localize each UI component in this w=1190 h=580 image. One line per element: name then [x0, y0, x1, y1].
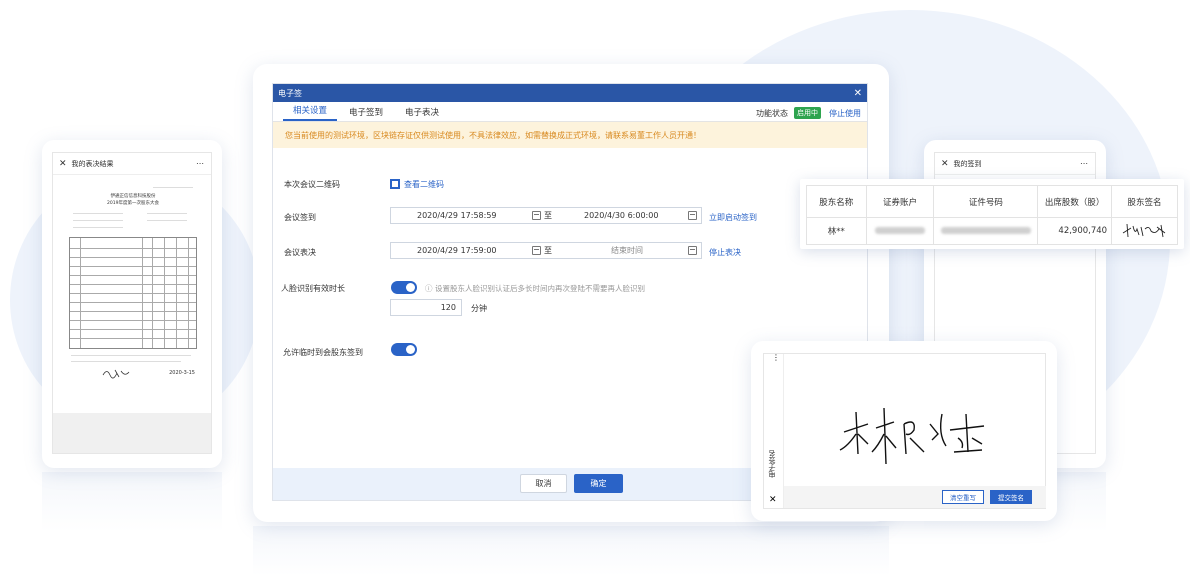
right-tablet-header: ✕ 我的签到 ⋯ [935, 153, 1095, 175]
stop-use-link[interactable]: 停止使用 [829, 108, 861, 119]
checkin-label: 会议签到 [284, 213, 316, 222]
more-icon[interactable]: ⋯ [196, 159, 205, 168]
stage: ✕ 我的表决结果 ⋯ 伊通正信信息科技股份 2019年度第一次股东大会 2020… [0, 0, 1190, 580]
left-tablet-header: ✕ 我的表决结果 ⋯ [53, 153, 211, 175]
more-icon[interactable]: ⋯ [1080, 159, 1089, 168]
test-env-notice: 您当前使用的测试环境，区块链存证仅供测试使用，不具法律效应，如需替换成正式环境，… [273, 122, 867, 148]
close-icon[interactable]: ✕ [769, 495, 777, 505]
cell-signature [1111, 217, 1178, 245]
signature-mark [102, 369, 130, 379]
vote-label: 会议表决 [284, 248, 316, 257]
signature-sidebar: ⋮ 电子签名 ✕ [764, 354, 784, 508]
tab-checkin[interactable]: 电子签到 [339, 106, 393, 121]
vote-result-document: 伊通正信信息科技股份 2019年度第一次股东大会 2020-3-15 [67, 183, 199, 383]
signature-screen: ⋮ 电子签名 ✕ 清空重写 提交签名 [763, 353, 1046, 509]
left-tablet-screen: ✕ 我的表决结果 ⋯ 伊通正信信息科技股份 2019年度第一次股东大会 2020… [52, 152, 212, 454]
header-signature: 股东签名 [1111, 185, 1178, 218]
checkin-to: 至 [544, 211, 552, 220]
left-tablet-footer [53, 413, 211, 453]
start-checkin-link[interactable]: 立即启动签到 [709, 212, 757, 223]
close-icon[interactable]: ✕ [941, 159, 949, 169]
vote-table [69, 237, 197, 349]
header-account: 证券账户 [865, 185, 935, 218]
blurred-account [874, 227, 925, 234]
reflection [253, 526, 889, 576]
face-toggle[interactable] [391, 281, 417, 294]
status-area: 功能状态 启用中 停止使用 [756, 107, 861, 119]
cell-name: 林** [806, 217, 867, 245]
view-qr-link[interactable]: 查看二维码 [404, 179, 444, 190]
reflection [42, 472, 222, 532]
vote-end-placeholder: 结束时间 [611, 246, 643, 255]
temp-toggle[interactable] [391, 343, 417, 356]
face-label: 人脸识别有效时长 [281, 284, 345, 293]
window-title: 电子签 [278, 88, 302, 98]
signature-tablet: ⋮ 电子签名 ✕ 清空重写 提交签名 [751, 341, 1057, 521]
face-unit: 分钟 [471, 304, 487, 313]
qr-label: 本次会议二维码 [284, 180, 340, 189]
cell-shares: 42,900,740 [1037, 217, 1113, 245]
submit-signature-button[interactable]: 提交签名 [990, 490, 1032, 504]
doc-title-1: 伊通正信信息科技股份 [110, 194, 156, 199]
vote-range-input[interactable]: 2020/4/29 17:59:00 至 结束时间 [390, 242, 702, 259]
close-icon[interactable]: ✕ [59, 159, 67, 169]
face-duration-input[interactable]: 120 [390, 299, 462, 316]
shareholder-table: 股东名称 证券账户 证件号码 出席股数（股） 股东签名 林** 42,900,7… [806, 185, 1178, 245]
cancel-button[interactable]: 取消 [520, 474, 567, 493]
status-badge: 启用中 [794, 107, 821, 119]
calendar-icon[interactable] [688, 211, 697, 220]
window-titlebar: 电子签 ✕ [273, 84, 867, 102]
calendar-icon[interactable] [688, 246, 697, 255]
doc-date: 2020-3-15 [169, 370, 195, 376]
more-icon[interactable]: ⋮ [772, 354, 780, 362]
confirm-button[interactable]: 确定 [574, 474, 623, 493]
tab-voting[interactable]: 电子表决 [395, 106, 449, 121]
header-name: 股东名称 [806, 185, 867, 218]
right-tablet-title: 我的签到 [953, 159, 982, 168]
vote-start: 2020/4/29 17:59:00 [417, 246, 497, 255]
calendar-icon[interactable] [532, 211, 541, 220]
left-tablet: ✕ 我的表决结果 ⋯ 伊通正信信息科技股份 2019年度第一次股东大会 2020… [42, 140, 222, 468]
status-label: 功能状态 [756, 108, 788, 118]
header-id: 证件号码 [933, 185, 1039, 218]
table-row: 林** 42,900,740 [806, 217, 1178, 245]
clear-signature-button[interactable]: 清空重写 [942, 490, 984, 504]
blurred-id [940, 227, 1031, 234]
signature-canvas[interactable] [834, 394, 994, 474]
signature-actions: 清空重写 提交签名 [784, 486, 1046, 508]
signature-thumbnail [1122, 223, 1165, 237]
temp-label: 允许临时到会股东签到 [283, 348, 363, 357]
left-tablet-title: 我的表决结果 [71, 159, 114, 168]
checkin-end: 2020/4/30 6:00:00 [584, 211, 659, 220]
header-shares: 出席股数（股） [1037, 185, 1113, 218]
checkin-range-input[interactable]: 2020/4/29 17:58:59 至 2020/4/30 6:00:00 [390, 207, 702, 224]
tab-settings[interactable]: 相关设置 [283, 104, 338, 121]
qr-code-icon [390, 179, 400, 189]
checkin-start: 2020/4/29 17:58:59 [417, 211, 497, 220]
close-icon[interactable]: ✕ [854, 88, 862, 99]
stop-vote-link[interactable]: 停止表决 [709, 247, 741, 258]
signature-title: 电子签名 [768, 450, 776, 478]
shareholder-table-card: 股东名称 证券账户 证件号码 出席股数（股） 股东签名 林** 42,900,7… [800, 179, 1184, 249]
cell-id [933, 217, 1039, 245]
vote-to: 至 [544, 246, 552, 255]
face-duration-value: 120 [440, 303, 456, 312]
doc-title-2: 2019年度第一次股东大会 [107, 201, 159, 206]
calendar-icon[interactable] [532, 246, 541, 255]
cell-account [865, 217, 935, 245]
face-hint: 设置股东人脸识别认证后多长时间内再次登陆不需要再人脸识别 [435, 284, 645, 293]
info-icon: ⓘ [425, 284, 433, 293]
tab-bar: 相关设置 电子签到 电子表决 功能状态 启用中 停止使用 [273, 102, 867, 122]
